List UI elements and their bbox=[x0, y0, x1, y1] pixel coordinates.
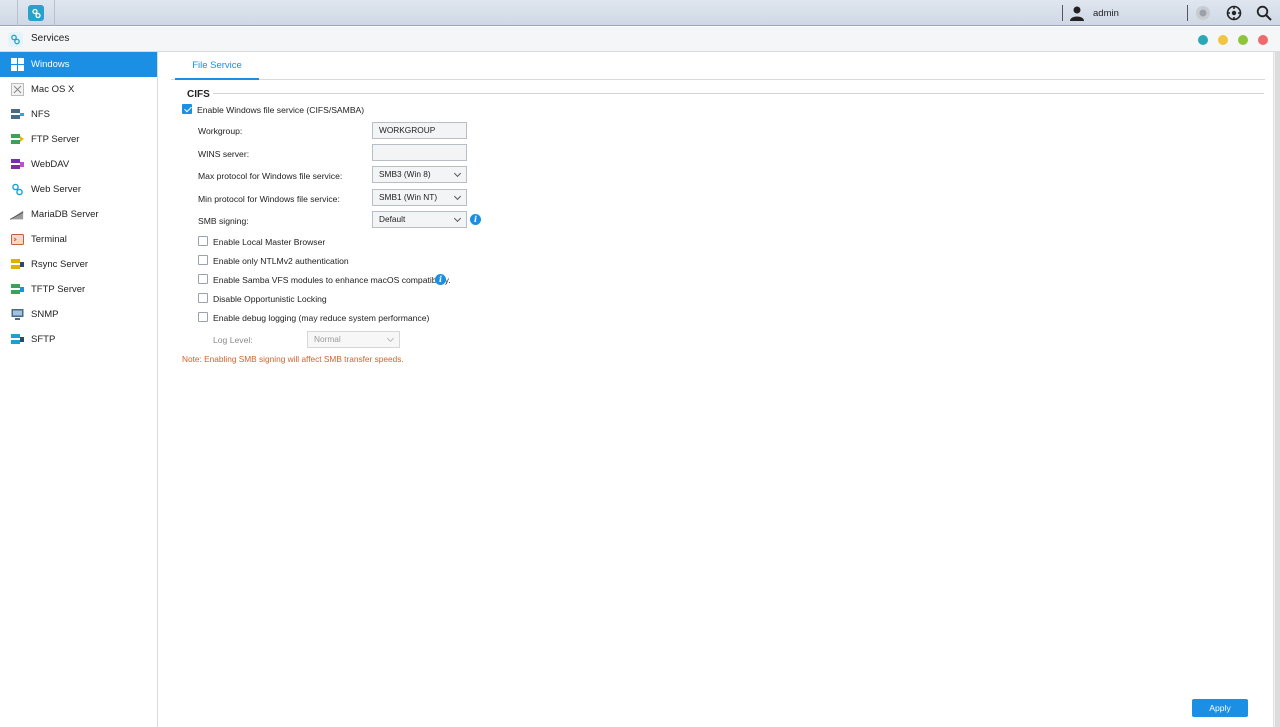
divider bbox=[1062, 5, 1063, 21]
ntlmv2-label: Enable only NTLMv2 authentication bbox=[213, 256, 349, 266]
max-protocol-label: Max protocol for Windows file service: bbox=[198, 171, 343, 181]
sidebar-item-snmp[interactable]: SNMP bbox=[0, 302, 157, 327]
debug-logging-checkbox[interactable] bbox=[198, 312, 208, 322]
tab-bar: File Service bbox=[171, 57, 1265, 80]
chevron-down-icon bbox=[386, 334, 395, 343]
close-dot[interactable] bbox=[1258, 35, 1268, 45]
max-protocol-value: SMB3 (Win 8) bbox=[379, 169, 431, 179]
search-icon[interactable] bbox=[1256, 5, 1272, 21]
services-icon bbox=[8, 32, 23, 47]
app-icon[interactable] bbox=[17, 0, 55, 26]
sidebar-item-webdav[interactable]: WebDAV bbox=[0, 152, 157, 177]
window-title: Services bbox=[31, 33, 70, 44]
sidebar-item-mariadb-server[interactable]: MariaDB Server bbox=[0, 202, 157, 227]
user-menu[interactable]: admin bbox=[1069, 5, 1119, 21]
workgroup-label: Workgroup: bbox=[198, 126, 243, 136]
snmp-icon bbox=[10, 308, 24, 322]
sidebar-item-label: Windows bbox=[31, 59, 70, 70]
macos-icon bbox=[10, 83, 24, 97]
options-icon[interactable] bbox=[1226, 5, 1242, 21]
ntlmv2-checkbox[interactable] bbox=[198, 255, 208, 265]
min-protocol-select[interactable]: SMB1 (Win NT) bbox=[372, 189, 467, 206]
sidebar-item-sftp[interactable]: SFTP bbox=[0, 327, 157, 352]
info-dot[interactable] bbox=[1198, 35, 1208, 45]
min-protocol-value: SMB1 (Win NT) bbox=[379, 192, 438, 202]
webdav-icon bbox=[10, 158, 24, 172]
tab-file-service[interactable]: File Service bbox=[175, 57, 259, 80]
main-panel: File Service CIFS Enable Windows file se… bbox=[158, 52, 1280, 727]
enable-cifs-checkbox[interactable] bbox=[182, 104, 192, 114]
chevron-down-icon bbox=[453, 169, 462, 178]
local-master-browser-checkbox[interactable] bbox=[198, 236, 208, 246]
sidebar-item-ftp-server[interactable]: FTP Server bbox=[0, 127, 157, 152]
web-server-icon bbox=[10, 183, 24, 197]
opportunistic-locking-checkbox[interactable] bbox=[198, 293, 208, 303]
sidebar-item-label: Mac OS X bbox=[31, 84, 75, 95]
apply-button[interactable]: Apply bbox=[1192, 699, 1248, 717]
minimize-dot[interactable] bbox=[1218, 35, 1228, 45]
section-divider bbox=[213, 93, 1264, 94]
rsync-icon bbox=[10, 258, 24, 272]
tftp-icon bbox=[10, 283, 24, 297]
sidebar-item-tftp-server[interactable]: TFTP Server bbox=[0, 277, 157, 302]
notification-icon[interactable] bbox=[1195, 5, 1211, 21]
sidebar-item-mac-os-x[interactable]: Mac OS X bbox=[0, 77, 157, 102]
sidebar-item-label: WebDAV bbox=[31, 159, 70, 170]
samba-vfs-checkbox[interactable] bbox=[198, 274, 208, 284]
log-level-value: Normal bbox=[314, 334, 341, 344]
samba-vfs-info-icon[interactable]: i bbox=[435, 274, 446, 285]
sidebar-item-label: SFTP bbox=[31, 334, 56, 345]
wins-server-input[interactable] bbox=[372, 144, 467, 161]
nfs-icon bbox=[10, 108, 24, 122]
user-icon bbox=[1070, 6, 1084, 21]
sidebar-item-web-server[interactable]: Web Server bbox=[0, 177, 157, 202]
smb-signing-select[interactable]: Default bbox=[372, 211, 467, 228]
local-master-browser-label: Enable Local Master Browser bbox=[213, 237, 326, 247]
system-top-bar: admin bbox=[0, 0, 1280, 26]
sidebar: Windows Mac OS X NFS FTP Server WebDAV W… bbox=[0, 52, 158, 727]
samba-vfs-label: Enable Samba VFS modules to enhance macO… bbox=[213, 275, 451, 285]
sidebar-item-label: TFTP Server bbox=[31, 284, 86, 295]
sidebar-item-nfs[interactable]: NFS bbox=[0, 102, 157, 127]
sidebar-item-rsync-server[interactable]: Rsync Server bbox=[0, 252, 157, 277]
workgroup-input[interactable]: WORKGROUP bbox=[372, 122, 467, 139]
sidebar-item-label: MariaDB Server bbox=[31, 209, 99, 220]
username: admin bbox=[1093, 7, 1119, 19]
sidebar-item-label: SNMP bbox=[31, 309, 59, 320]
windows-icon bbox=[10, 58, 24, 72]
ftp-icon bbox=[10, 133, 24, 147]
scrollbar-thumb[interactable] bbox=[1275, 52, 1280, 727]
chevron-down-icon bbox=[453, 192, 462, 201]
scrollbar[interactable] bbox=[1273, 52, 1280, 727]
sidebar-item-label: Rsync Server bbox=[31, 259, 89, 270]
smb-signing-label: SMB signing: bbox=[198, 216, 249, 226]
section-title-cifs: CIFS bbox=[187, 89, 210, 100]
chevron-down-icon bbox=[453, 214, 462, 223]
terminal-icon bbox=[10, 233, 24, 247]
log-level-select[interactable]: Normal bbox=[307, 331, 400, 348]
maximize-dot[interactable] bbox=[1238, 35, 1248, 45]
sidebar-item-label: FTP Server bbox=[31, 134, 80, 145]
sidebar-item-label: Web Server bbox=[31, 184, 81, 195]
debug-logging-label: Enable debug logging (may reduce system … bbox=[213, 313, 430, 323]
max-protocol-select[interactable]: SMB3 (Win 8) bbox=[372, 166, 467, 183]
sidebar-item-windows[interactable]: Windows bbox=[0, 52, 157, 77]
smb-signing-info-icon[interactable]: i bbox=[470, 214, 481, 225]
sidebar-item-terminal[interactable]: Terminal bbox=[0, 227, 157, 252]
mariadb-icon bbox=[10, 208, 24, 222]
enable-cifs-label: Enable Windows file service (CIFS/SAMBA) bbox=[197, 105, 365, 115]
log-level-label: Log Level: bbox=[213, 335, 253, 345]
opportunistic-locking-label: Disable Opportunistic Locking bbox=[213, 294, 327, 304]
sidebar-item-label: NFS bbox=[31, 109, 50, 120]
sidebar-item-label: Terminal bbox=[31, 234, 67, 245]
smb-signing-note: Note: Enabling SMB signing will affect S… bbox=[182, 354, 404, 364]
wins-server-label: WINS server: bbox=[198, 149, 250, 159]
sftp-icon bbox=[10, 333, 24, 347]
min-protocol-label: Min protocol for Windows file service: bbox=[198, 194, 340, 204]
smb-signing-value: Default bbox=[379, 214, 406, 224]
divider bbox=[1187, 5, 1188, 21]
window-title-bar: Services bbox=[0, 27, 1280, 52]
